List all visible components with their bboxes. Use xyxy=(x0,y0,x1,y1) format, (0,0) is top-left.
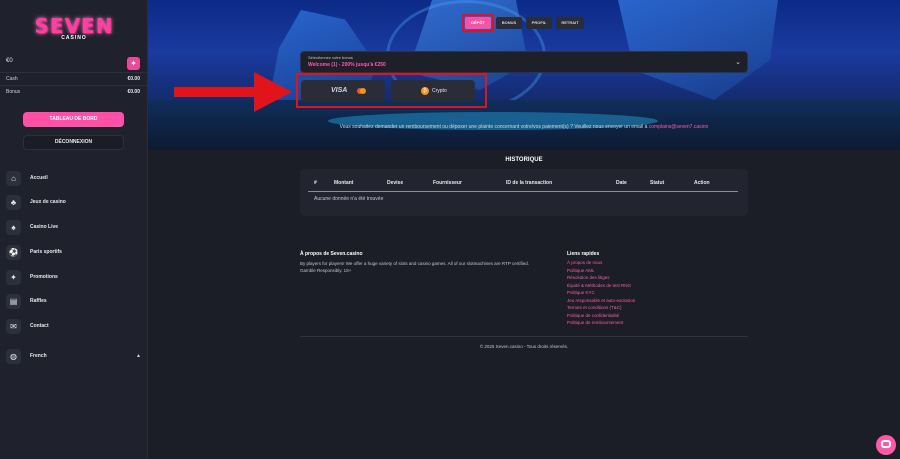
divider xyxy=(308,191,738,192)
tab-bonus[interactable]: BONUS xyxy=(496,17,522,29)
logout-button[interactable]: DÉCONNEXION xyxy=(23,135,124,150)
chevron-up-icon: ▴ xyxy=(137,353,141,359)
chat-button[interactable] xyxy=(876,435,896,455)
visa-logo: VISA xyxy=(331,87,348,94)
sidebar-item-casino-games[interactable]: ♣ Jeux de casino xyxy=(6,195,144,211)
bitcoin-icon: ₿ xyxy=(421,87,429,95)
crypto-label: Crypto xyxy=(432,88,447,94)
football-icon: ⚽ xyxy=(6,245,21,260)
chat-icon xyxy=(881,440,891,448)
language-label: French xyxy=(30,353,47,359)
column-header: ID de la transaction xyxy=(506,180,553,186)
slots-icon: ♣ xyxy=(6,195,21,210)
gift-icon[interactable]: ✦ xyxy=(127,57,140,70)
footer-link[interactable]: Résolution des litiges xyxy=(567,275,610,280)
main-content: DÉPÔT BONUS PROFIL RETRAIT Sélectionnez … xyxy=(148,0,900,459)
complaints-email-link[interactable]: complains@seven7.casino xyxy=(649,124,709,130)
column-header: Action xyxy=(694,180,710,186)
cash-label: Cash xyxy=(6,76,18,82)
footer-link[interactable]: Politique de confidentialité xyxy=(567,313,619,318)
divider xyxy=(300,336,748,337)
cash-balance: Cash €0.00 xyxy=(0,72,148,85)
refund-note: Vous souhaitez demander un remboursement… xyxy=(148,124,900,130)
balance-amount: €0 xyxy=(6,58,13,64)
column-header: Statut xyxy=(650,180,665,186)
payment-method-crypto[interactable]: ₿ Crypto xyxy=(391,80,475,102)
footer-link[interactable]: Politique AML xyxy=(567,268,595,273)
home-icon: ⌂ xyxy=(6,171,21,186)
tab-profile[interactable]: PROFIL xyxy=(526,17,552,29)
payment-method-visa[interactable]: VISA xyxy=(301,80,385,102)
annotation-arrow-shaft xyxy=(174,87,258,97)
annotation-arrow-head xyxy=(254,72,292,112)
globe-icon: ◍ xyxy=(6,349,21,364)
sidebar-item-contact[interactable]: ✉ Contact xyxy=(6,319,144,335)
footer-links-title: Liens rapides xyxy=(567,251,600,257)
history-table: # Montant Devise Fournisseur ID de la tr… xyxy=(300,169,748,216)
megaphone-icon: ✦ xyxy=(6,270,21,285)
column-header: Date xyxy=(616,180,627,186)
sidebar: SEVEN CASINO €0 ✦ Cash €0.00 Bonus €0.00… xyxy=(0,0,148,459)
sidebar-item-label: Accueil xyxy=(30,175,48,181)
footer-link[interactable]: Politique de remboursement xyxy=(567,320,623,325)
sidebar-item-label: Contact xyxy=(30,323,49,329)
footer-link[interactable]: Politique KYC xyxy=(567,290,595,295)
sidebar-item-live-casino[interactable]: ♠ Casino Live xyxy=(6,220,144,236)
sidebar-item-label: Raffles xyxy=(30,298,47,304)
dashboard-button[interactable]: TABLEAU DE BORD xyxy=(23,112,124,127)
sidebar-item-home[interactable]: ⌂ Accueil xyxy=(6,171,144,187)
sidebar-item-raffles[interactable]: ▤ Raffles xyxy=(6,294,144,310)
column-header: Fournisseur xyxy=(433,180,462,186)
bonus-select-value: Welcome (1) - 200% jusqu'à €250 xyxy=(308,62,386,68)
sidebar-item-sports[interactable]: ⚽ Paris sportifs xyxy=(6,245,144,261)
footer-link[interactable]: Équité & Méthodes de test RNG xyxy=(567,283,631,288)
bonus-select[interactable]: Sélectionnez votre bonus Welcome (1) - 2… xyxy=(300,51,748,73)
ticket-icon: ▤ xyxy=(6,294,21,309)
sidebar-item-promotions[interactable]: ✦ Promotions xyxy=(6,270,144,286)
history-table-header: # Montant Devise Fournisseur ID de la tr… xyxy=(300,180,748,189)
bonus-select-label: Sélectionnez votre bonus xyxy=(308,55,353,60)
column-header: Montant xyxy=(334,180,354,186)
footer-about-text: By players for players! We offer a huge … xyxy=(300,261,530,273)
mastercard-icon-overlap xyxy=(360,88,366,94)
sidebar-item-label: Paris sportifs xyxy=(30,249,62,255)
sidebar-item-label: Casino Live xyxy=(30,224,59,230)
bonus-balance: Bonus €0.00 xyxy=(0,85,148,98)
mail-icon: ✉ xyxy=(6,319,21,334)
column-header: # xyxy=(314,180,317,186)
sidebar-item-label: Promotions xyxy=(30,274,58,280)
cash-amount: €0.00 xyxy=(127,76,140,82)
balance-summary: €0 ✦ xyxy=(0,56,148,71)
footer-link[interactable]: À propos de nous xyxy=(567,260,602,265)
tab-withdraw[interactable]: RETRAIT xyxy=(556,17,584,29)
sidebar-item-label: Jeux de casino xyxy=(30,199,66,205)
copyright: © 2025 Seven.casino - Tous droits réserv… xyxy=(479,344,569,349)
column-header: Devise xyxy=(387,180,404,186)
bonus-label: Bonus xyxy=(6,89,21,95)
tab-deposit[interactable]: DÉPÔT xyxy=(465,17,491,29)
footer-link[interactable]: Jeu responsable et auto-exclusion xyxy=(567,298,635,303)
hero-crystal-right xyxy=(618,0,778,100)
history-empty-message: Aucune donnée n'a été trouvée xyxy=(314,196,384,202)
footer-about-title: À propos de Seven.casino xyxy=(300,251,363,257)
chevron-down-icon: ⌄ xyxy=(735,59,741,66)
footer-link[interactable]: Termes et conditions (T&C) xyxy=(567,305,622,310)
live-casino-icon: ♠ xyxy=(6,220,21,235)
logo[interactable]: SEVEN CASINO xyxy=(34,14,114,41)
refund-note-text: Vous souhaitez demander un remboursement… xyxy=(339,124,648,130)
history-title: HISTORIQUE xyxy=(505,157,543,163)
bonus-amount: €0.00 xyxy=(127,89,140,95)
language-selector[interactable]: ◍ French ▴ xyxy=(6,349,144,365)
